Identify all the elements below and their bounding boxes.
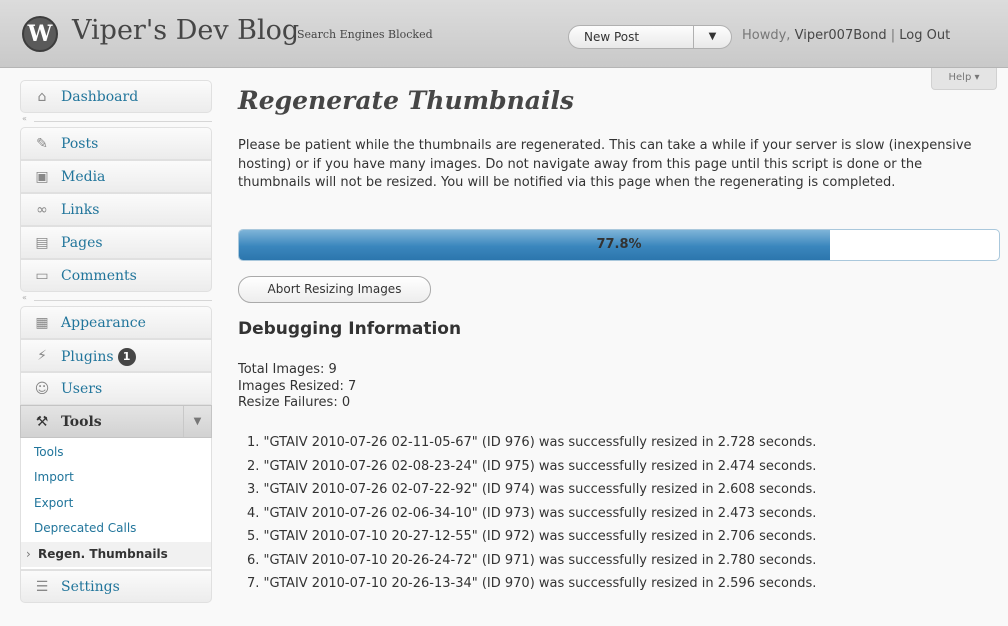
sidebar-item-appearance[interactable]: ▦ Appearance — [20, 306, 212, 339]
pushpin-icon: ✎ — [36, 136, 48, 152]
menu-separator[interactable]: « — [20, 292, 212, 306]
page-title: Regenerate Thumbnails — [238, 86, 575, 115]
sidebar-item-label: Tools — [61, 414, 102, 430]
tools-icon: ⚒ — [35, 414, 49, 430]
submenu-item-regen-thumbnails[interactable]: › Regen. Thumbnails — [21, 541, 211, 567]
sidebar-item-comments[interactable]: ▭ Comments — [20, 259, 212, 292]
pages-icon: ▤ — [35, 235, 49, 251]
sidebar-item-label: Dashboard — [61, 89, 139, 105]
chevron-down-icon[interactable]: ▼ — [693, 26, 731, 48]
sidebar-item-settings[interactable]: ☰ Settings — [20, 569, 212, 603]
submenu-label: Regen. Thumbnails — [38, 546, 168, 561]
user-info: Howdy, Viper007Bond | Log Out — [742, 28, 950, 43]
admin-sidebar-menu: ⌂ Dashboard « ✎ Posts ▣ Media ∞ Links ▤ … — [20, 80, 212, 603]
sidebar-item-label: Pages — [61, 235, 103, 251]
camera-icon: ▣ — [35, 169, 49, 185]
sidebar-item-label: Links — [61, 202, 100, 218]
sidebar-item-plugins[interactable]: ⚡ Plugins 1 — [20, 339, 212, 372]
tools-submenu: Tools Import Export Deprecated Calls › R… — [20, 438, 212, 570]
total-images-stat: Total Images: 9 — [238, 362, 337, 377]
images-resized-stat: Images Resized: 7 — [238, 378, 357, 394]
log-entry: 4. "GTAIV 2010-07-26 02-06-34-10" (ID 97… — [247, 505, 817, 521]
new-post-button[interactable]: New Post — [584, 30, 639, 44]
debugging-information-heading: Debugging Information — [238, 319, 462, 339]
chain-icon: ∞ — [36, 202, 48, 218]
sidebar-item-label: Comments — [61, 268, 137, 284]
sidebar-item-label: Settings — [61, 578, 120, 595]
sidebar-item-label: Users — [61, 381, 103, 397]
plugin-update-count-badge: 1 — [117, 348, 136, 366]
resize-failures-stat: Resize Failures: 0 — [238, 395, 351, 410]
sidebar-item-users[interactable]: ☺ Users — [20, 372, 212, 405]
sidebar-item-label: Media — [61, 169, 106, 185]
plug-icon: ⚡ — [37, 348, 47, 364]
debug-stats: Total Images: 9 Images Resized: 7 Resize… — [238, 362, 356, 412]
submenu-item-deprecated-calls[interactable]: Deprecated Calls — [21, 516, 211, 541]
regeneration-progress-bar: 77.8% — [238, 229, 1000, 261]
header-separator: | — [890, 28, 896, 43]
speech-bubble-icon: ▭ — [35, 268, 49, 284]
resize-log-list: 1. "GTAIV 2010-07-26 02-11-05-67" (ID 97… — [247, 431, 816, 596]
submenu-toggle-icon[interactable]: ▼ — [183, 406, 211, 437]
admin-header: W Viper's Dev Blog Search Engines Blocke… — [0, 0, 1008, 68]
sidebar-item-posts[interactable]: ✎ Posts — [20, 127, 212, 160]
progress-percent-label: 77.8% — [596, 237, 642, 252]
sidebar-item-links[interactable]: ∞ Links — [20, 193, 212, 226]
howdy-text: Howdy, — [742, 28, 791, 43]
site-title[interactable]: Viper's Dev Blog — [72, 15, 299, 46]
log-entry: 1. "GTAIV 2010-07-26 02-11-05-67" (ID 97… — [247, 435, 817, 450]
sidebar-item-label: Plugins — [61, 349, 114, 365]
abort-resizing-button[interactable]: Abort Resizing Images — [238, 276, 431, 303]
sidebar-item-label: Appearance — [61, 315, 146, 331]
username-link[interactable]: Viper007Bond — [795, 28, 887, 43]
sidebar-item-pages[interactable]: ▤ Pages — [20, 226, 212, 259]
sidebar-item-media[interactable]: ▣ Media — [20, 160, 212, 193]
sidebar-item-dashboard[interactable]: ⌂ Dashboard — [20, 80, 212, 113]
sidebar-item-label-wrap: Plugins 1 — [61, 348, 136, 366]
log-entry: 2. "GTAIV 2010-07-26 02-08-23-24" (ID 97… — [247, 458, 817, 474]
wordpress-logo-icon[interactable]: W — [22, 16, 58, 52]
settings-icon: ☰ — [35, 578, 49, 595]
log-entry: 5. "GTAIV 2010-07-10 20-27-12-55" (ID 97… — [247, 529, 817, 544]
submenu-item-tools[interactable]: Tools — [21, 440, 211, 465]
submenu-item-export[interactable]: Export — [21, 491, 211, 516]
log-entry: 7. "GTAIV 2010-07-10 20-26-13-34" (ID 97… — [247, 576, 817, 591]
users-icon: ☺ — [34, 381, 50, 397]
favorite-actions-dropdown[interactable]: New Post ▼ — [568, 25, 732, 49]
appearance-icon: ▦ — [35, 315, 49, 331]
log-entry: 3. "GTAIV 2010-07-26 02-07-22-92" (ID 97… — [247, 482, 817, 497]
help-tab[interactable]: Help ▾ — [931, 68, 997, 90]
submenu-item-import[interactable]: Import — [21, 465, 211, 490]
logout-link[interactable]: Log Out — [899, 28, 950, 43]
current-arrow-icon: › — [26, 546, 31, 561]
intro-paragraph: Please be patient while the thumbnails a… — [238, 138, 972, 190]
log-entry: 6. "GTAIV 2010-07-10 20-26-24-72" (ID 97… — [247, 552, 817, 568]
menu-separator[interactable]: « — [20, 113, 212, 127]
sidebar-item-tools[interactable]: ⚒ Tools ▼ — [20, 405, 212, 438]
search-engines-blocked-notice[interactable]: Search Engines Blocked — [297, 28, 433, 41]
home-icon: ⌂ — [37, 89, 47, 105]
sidebar-item-label: Posts — [61, 136, 99, 152]
